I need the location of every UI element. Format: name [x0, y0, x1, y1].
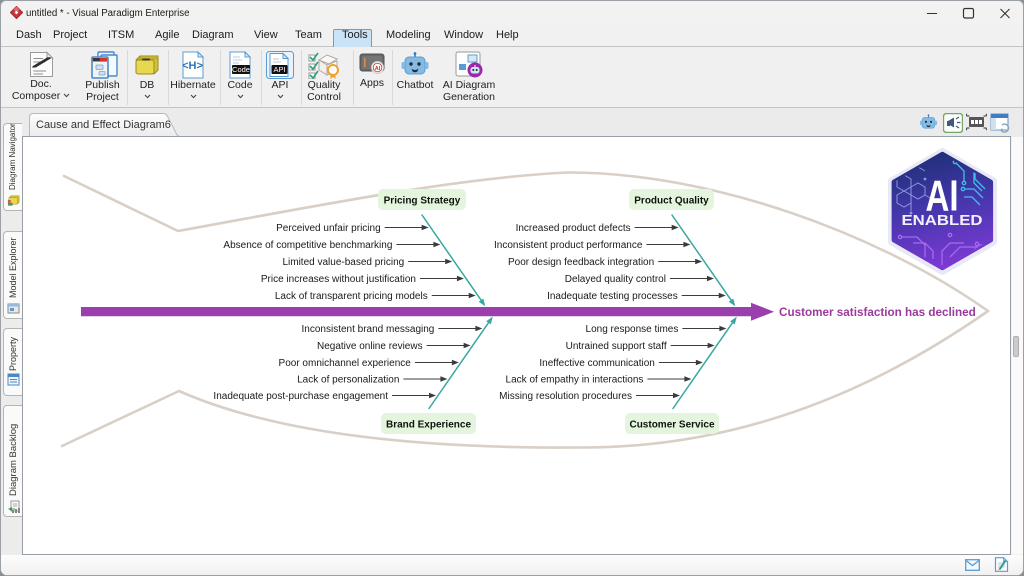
svg-text:Ineffective communication: Ineffective communication [539, 358, 654, 369]
svg-text:Brand Experience: Brand Experience [386, 420, 471, 431]
svg-text:Inadequate testing processes: Inadequate testing processes [547, 291, 678, 302]
svg-text:Product Quality: Product Quality [634, 196, 709, 207]
svg-text:Inconsistent brand messaging: Inconsistent brand messaging [302, 324, 435, 335]
svg-text:Lack of transparent pricing mo: Lack of transparent pricing models [275, 291, 428, 302]
svg-text:Code: Code [232, 65, 250, 74]
svg-text:Lack of empathy in interaction: Lack of empathy in interactions [506, 375, 644, 386]
svg-text:Untrained support staff: Untrained support staff [566, 341, 667, 352]
svg-text:Increased product defects: Increased product defects [516, 223, 631, 234]
svg-text:Long response times: Long response times [586, 324, 679, 335]
svg-text:Customer satisfaction has decl: Customer satisfaction has declined [779, 306, 976, 319]
svg-text:API: API [273, 65, 285, 74]
svg-text:Perceived unfair pricing: Perceived unfair pricing [276, 223, 381, 234]
svg-text:Lack of personalization: Lack of personalization [297, 375, 399, 386]
svg-text:Limited value-based pricing: Limited value-based pricing [282, 257, 404, 268]
svg-text:AI: AI [375, 66, 381, 72]
svg-text:Delayed quality control: Delayed quality control [565, 274, 666, 285]
svg-text:Poor omnichannel experience: Poor omnichannel experience [279, 358, 412, 369]
svg-text:ENABLED: ENABLED [902, 212, 983, 229]
svg-text:Poor design feedback integrati: Poor design feedback integration [508, 257, 654, 268]
svg-text:<H>: <H> [182, 60, 203, 72]
svg-text:Inconsistent product performan: Inconsistent product performance [494, 240, 643, 251]
svg-text:Price increases without justif: Price increases without justification [261, 274, 416, 285]
svg-text:Absence of competitive benchma: Absence of competitive benchmarking [223, 240, 392, 251]
svg-text:Pricing Strategy: Pricing Strategy [384, 196, 461, 207]
svg-text:Missing resolution procedures: Missing resolution procedures [499, 391, 632, 402]
svg-text:Customer Service: Customer Service [629, 420, 714, 431]
svg-text:Inadequate post-purchase engag: Inadequate post-purchase engagement [213, 391, 388, 402]
svg-text:Negative online reviews: Negative online reviews [317, 341, 423, 352]
